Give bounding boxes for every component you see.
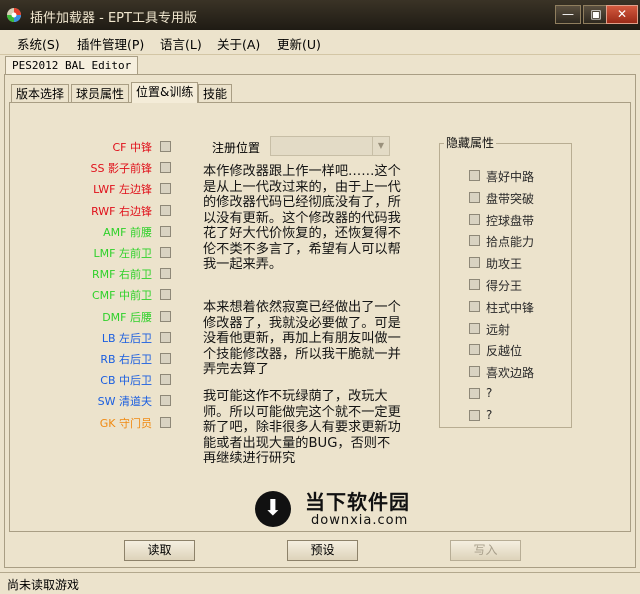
watermark-url: downxia.com: [311, 513, 409, 528]
hidden-attribute-label: 远射: [486, 322, 511, 337]
position-row[interactable]: LMF 左前卫: [60, 244, 172, 262]
position-checkbox[interactable]: [160, 204, 171, 216]
hidden-attribute-checkbox[interactable]: [469, 170, 480, 181]
hidden-attribute-label: 盘带突破: [486, 191, 535, 206]
hidden-attribute-checkbox[interactable]: [469, 388, 480, 399]
position-checkbox[interactable]: [160, 268, 171, 280]
tab-version-select[interactable]: 版本选择: [11, 84, 70, 102]
position-label: GK 守门员: [99, 416, 152, 430]
position-checkbox[interactable]: [160, 247, 171, 258]
tab-skills[interactable]: 技能: [198, 84, 233, 102]
hidden-attribute-label: ?: [486, 407, 493, 422]
position-label: SW 清道夫: [97, 395, 152, 409]
chevron-down-icon[interactable]: ▼: [372, 137, 389, 155]
position-label: LB 左后卫: [101, 331, 152, 345]
registered-position-label: 注册位置: [212, 141, 261, 155]
position-checkbox[interactable]: [160, 183, 171, 195]
position-row[interactable]: RB 右后卫: [60, 350, 172, 368]
position-checkbox[interactable]: [160, 395, 171, 407]
note-paragraph: 本作修改器跟上作一样吧……这个是从上一代改过来的，由于上一代的修改器代码已经彻底…: [203, 164, 401, 272]
minimize-button[interactable]: —: [555, 5, 581, 24]
position-checkbox[interactable]: [160, 331, 171, 343]
default-button[interactable]: 预设: [287, 540, 358, 561]
position-row[interactable]: SS 影子前锋: [60, 159, 172, 177]
hidden-attribute-checkbox[interactable]: [469, 279, 480, 290]
hidden-attribute-checkbox[interactable]: [469, 213, 480, 225]
hidden-attribute-label: 喜好中路: [486, 170, 535, 184]
app-icon: [7, 8, 21, 22]
tab-player-attributes[interactable]: 球员属性: [71, 84, 130, 102]
position-row[interactable]: GK 守门员: [60, 414, 172, 432]
position-row[interactable]: CMF 中前卫: [60, 286, 172, 304]
hidden-attribute-checkbox[interactable]: [469, 191, 480, 203]
position-label: RMF 右前卫: [92, 268, 152, 282]
arrow-down-icon: ⬇: [263, 496, 283, 521]
position-label: LWF 左边锋: [93, 183, 152, 197]
menu-system[interactable]: 系统(S): [17, 34, 60, 53]
position-checkbox[interactable]: [160, 141, 171, 152]
hidden-attributes-title: 隐藏属性: [444, 134, 497, 151]
hidden-attribute-label: 柱式中锋: [486, 300, 535, 315]
position-checkbox[interactable]: [160, 416, 171, 428]
position-row[interactable]: LB 左后卫: [60, 329, 172, 347]
hidden-attribute-label: 喜欢边路: [486, 366, 535, 381]
position-label: AMF 前腰: [103, 225, 152, 239]
position-row[interactable]: RMF 右前卫: [60, 265, 172, 283]
hidden-attribute-label: 反越位: [486, 344, 523, 359]
position-label: CMF 中前卫: [92, 289, 152, 303]
hidden-attribute-label: 助攻王: [486, 257, 523, 272]
position-row[interactable]: AMF 前腰: [60, 223, 172, 241]
note-paragraph: 我可能这作不玩绿荫了，改玩大师。所以可能做完这个就不一定更新了吧，除非很多人有要…: [203, 389, 401, 466]
position-label: DMF 后腰: [102, 310, 152, 324]
position-label: RB 右后卫: [100, 353, 152, 366]
position-checkbox[interactable]: [160, 162, 171, 174]
position-label: CF 中锋: [112, 141, 152, 154]
plugin-tab-editor[interactable]: PES2012 BAL Editor: [5, 56, 139, 75]
position-label: SS 影子前锋: [90, 162, 152, 176]
window-title: 插件加载器 - EPT工具专用版: [30, 11, 197, 26]
status-text: 尚未读取游戏: [7, 578, 80, 592]
menu-plugin-manager[interactable]: 插件管理(P): [77, 34, 144, 53]
hidden-attribute-checkbox[interactable]: [469, 366, 480, 378]
position-row[interactable]: RWF 右边锋: [60, 202, 172, 220]
position-row[interactable]: LWF 左边锋: [60, 180, 172, 198]
hidden-attribute-checkbox[interactable]: [469, 235, 480, 247]
position-row[interactable]: CF 中锋: [60, 138, 172, 156]
menu-about[interactable]: 关于(A): [217, 34, 260, 53]
position-checkbox[interactable]: [160, 289, 171, 301]
hidden-attribute-checkbox[interactable]: [469, 257, 480, 269]
menu-language[interactable]: 语言(L): [160, 34, 202, 53]
position-row[interactable]: CB 中后卫: [60, 371, 172, 389]
note-paragraph: 本来想着依然寂寞已经做出了一个修改器了，我就没必要做了。可是没看他更新，再加上有…: [203, 300, 401, 377]
hidden-attribute-label: 拾点能力: [486, 235, 535, 250]
position-label: RWF 右边锋: [91, 204, 152, 218]
hidden-attribute-checkbox[interactable]: [469, 322, 480, 334]
position-checkbox[interactable]: [160, 374, 171, 386]
position-row[interactable]: DMF 后腰: [60, 308, 172, 326]
hidden-attribute-checkbox[interactable]: [469, 409, 480, 421]
hidden-attribute-label: 控球盘带: [486, 213, 535, 228]
menu-bar: 系统(S) 插件管理(P) 语言(L) 关于(A) 更新(U): [0, 30, 640, 55]
read-button[interactable]: 读取: [124, 540, 195, 561]
position-checkbox[interactable]: [160, 225, 171, 237]
title-bar: 插件加载器 - EPT工具专用版 — ▣ ✕: [0, 0, 640, 30]
hidden-attribute-checkbox[interactable]: [469, 300, 480, 312]
position-checkbox[interactable]: [160, 353, 171, 364]
tab-position-training[interactable]: 位置&训练: [131, 82, 199, 103]
registered-position-select[interactable]: ▼: [270, 136, 390, 156]
hidden-attribute-label: ?: [486, 386, 493, 400]
position-row[interactable]: SW 清道夫: [60, 392, 172, 410]
position-label: LMF 左前卫: [93, 247, 152, 260]
status-bar: 尚未读取游戏: [0, 572, 640, 594]
position-label: CB 中后卫: [100, 374, 152, 388]
watermark-title: 当下软件园: [305, 490, 410, 514]
hidden-attribute-label: 得分王: [486, 279, 523, 293]
position-checkbox[interactable]: [160, 310, 171, 322]
menu-update[interactable]: 更新(U): [277, 34, 321, 53]
close-button[interactable]: ✕: [606, 5, 638, 24]
write-button[interactable]: 写入: [450, 540, 521, 561]
hidden-attribute-checkbox[interactable]: [469, 344, 480, 356]
watermark-logo: ⬇ 当下软件园 downxia.com: [255, 488, 425, 532]
